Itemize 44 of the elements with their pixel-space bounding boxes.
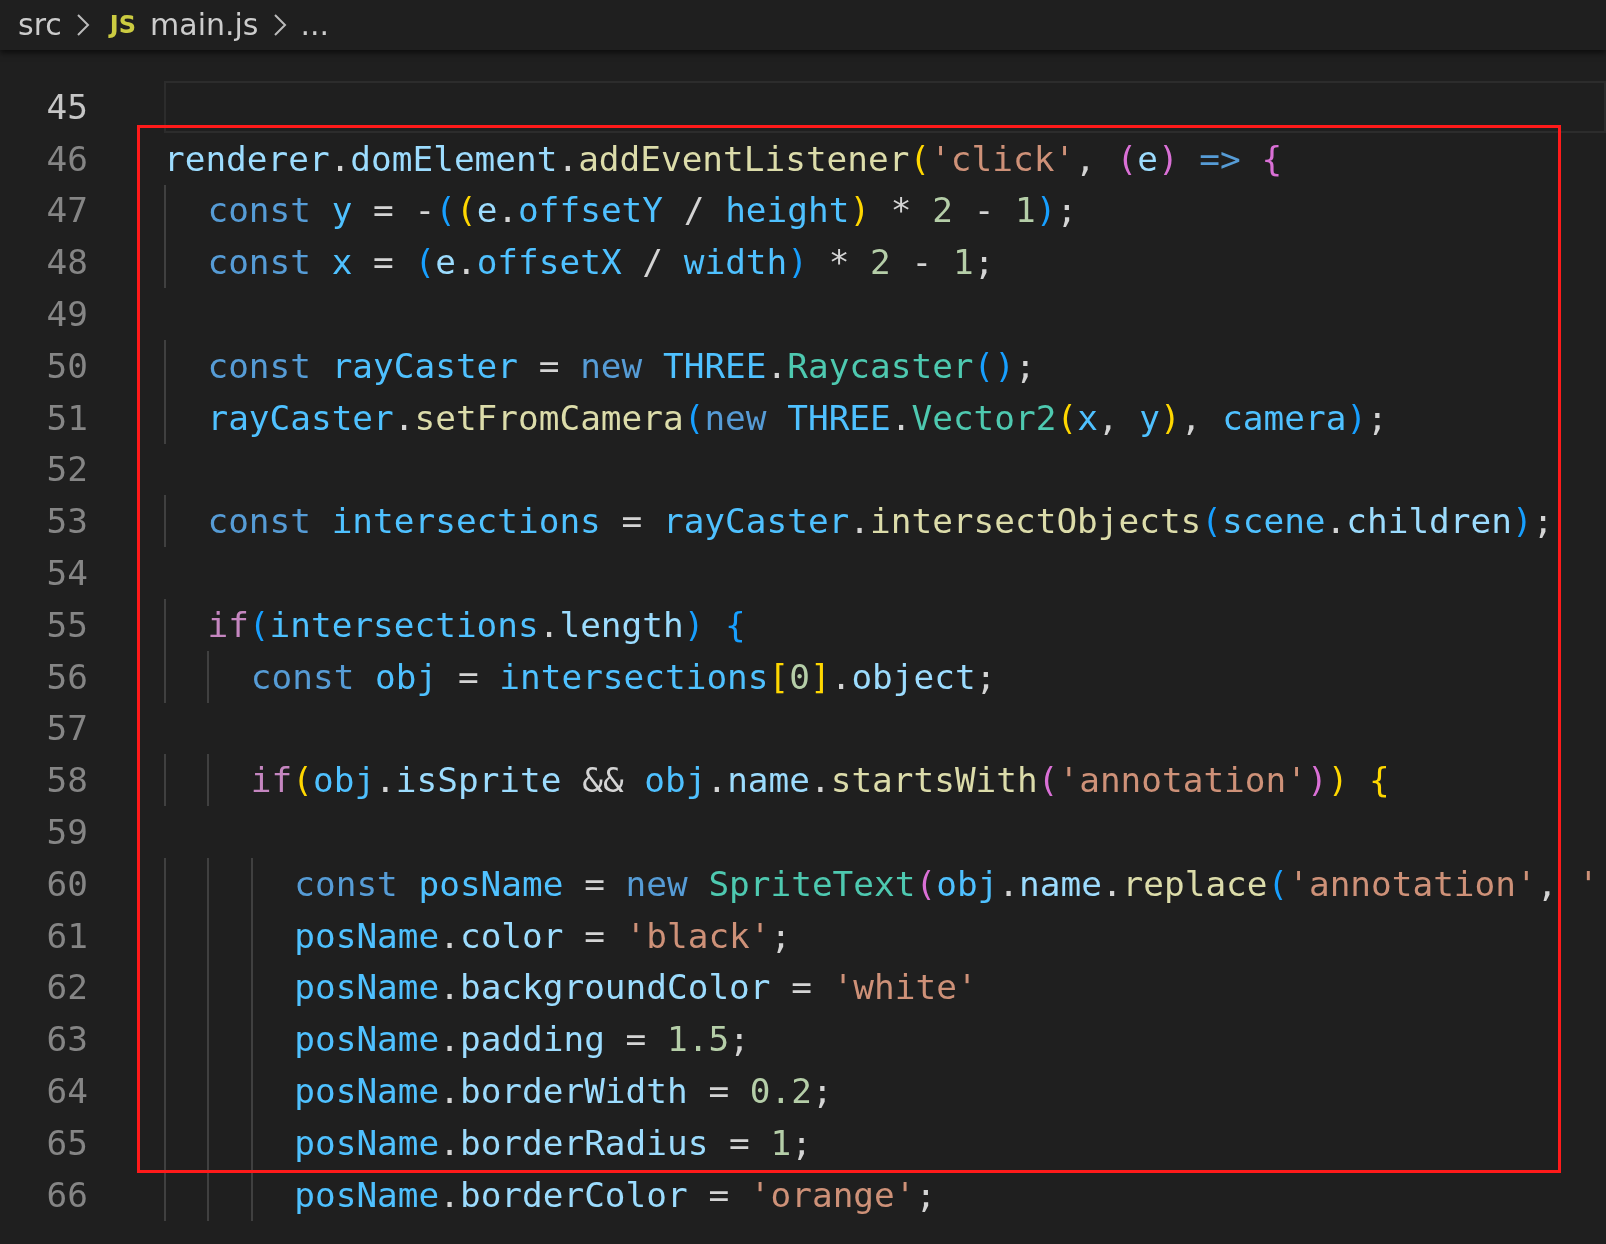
line-number: 57 [45, 708, 88, 749]
line-number: 58 [45, 760, 88, 801]
line-number: 66 [45, 1174, 88, 1215]
code-line: posName.padding = 1.5; [164, 1013, 750, 1066]
code-line: const intersections = rayCaster.intersectObjects(scene.children); [164, 495, 1554, 548]
line-number: 61 [45, 915, 88, 956]
code-line: posName.backgroundColor = 'white' [164, 961, 978, 1014]
line-number: 64 [45, 1071, 88, 1112]
line-number: 45 [45, 86, 88, 127]
code-line: if(intersections.length) { [164, 598, 746, 651]
line-number: 59 [45, 812, 88, 853]
line-number: 51 [45, 397, 88, 438]
breadcrumb-item[interactable]: src [18, 5, 62, 45]
code-line: renderer.domElement.addEventListener('click', (e) => { [164, 137, 1283, 181]
line-number: 52 [45, 449, 88, 490]
line-number: 56 [45, 656, 88, 697]
chevron-right-icon [75, 13, 90, 37]
code-line: posName.borderWidth = 0.2; [164, 1065, 833, 1117]
line-number: 53 [45, 501, 88, 542]
line-number: 48 [45, 242, 88, 283]
code-line: if(obj.isSprite && obj.name.startsWith('annotation')) { [164, 754, 1390, 807]
code-line: const y = -((e.offsetY / height) * 2 - 1); [164, 184, 1078, 237]
breadcrumb-item[interactable]: ... [300, 5, 330, 45]
line-number: 50 [45, 345, 88, 386]
chevron-right-icon [272, 13, 287, 37]
file-type-icon: JS [109, 5, 137, 45]
line-number: 65 [45, 1122, 88, 1163]
line-number: 62 [45, 967, 88, 1008]
code-line: posName.color = 'black'; [164, 909, 792, 962]
line-number: 60 [45, 863, 88, 904]
line-number: 49 [45, 294, 88, 335]
code-line: posName.borderRadius = 1; [164, 1116, 812, 1169]
code-line: const posName = new SpriteText(obj.name.replace('annotation', ' [164, 857, 1599, 910]
code-line: rayCaster.setFromCamera(new THREE.Vector2(x, y), camera); [164, 391, 1388, 444]
line-number: 54 [45, 553, 88, 594]
breadcrumb-item[interactable]: main.js [150, 5, 259, 45]
line-number: 46 [45, 138, 88, 179]
code-line: const obj = intersections[0].object; [164, 650, 997, 703]
line-number: 55 [45, 604, 88, 645]
line-number: 47 [45, 190, 88, 231]
line-number: 63 [45, 1019, 88, 1060]
code-line: const rayCaster = new THREE.Raycaster(); [164, 340, 1036, 392]
code-line: const x = (e.offsetX / width) * 2 - 1; [164, 236, 995, 289]
code-line: posName.borderColor = 'orange'; [164, 1168, 937, 1221]
